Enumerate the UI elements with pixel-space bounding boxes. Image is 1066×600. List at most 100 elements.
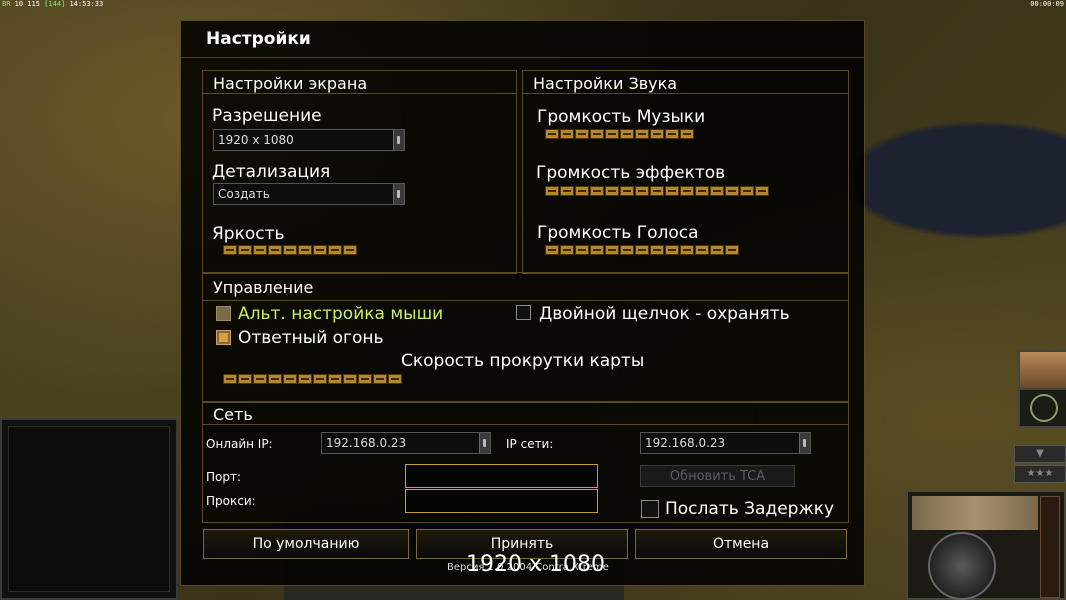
- double-click-label[interactable]: Двойной щелчок - охранять: [539, 304, 790, 324]
- slider-segment[interactable]: [590, 129, 604, 139]
- slider-segment[interactable]: [238, 374, 252, 384]
- game-timer: 00:00:09: [1030, 0, 1064, 8]
- default-button[interactable]: По умолчанию: [203, 529, 409, 559]
- voice-volume-slider[interactable]: [545, 245, 739, 257]
- slider-segment[interactable]: [590, 186, 604, 196]
- slider-segment[interactable]: [223, 245, 237, 255]
- brightness-slider[interactable]: [223, 245, 357, 257]
- update-tca-button[interactable]: Обновить TCA: [640, 465, 795, 487]
- general-portrait[interactable]: [1018, 350, 1066, 390]
- proxy-input[interactable]: [405, 489, 598, 513]
- slider-segment[interactable]: [575, 245, 589, 255]
- slider-segment[interactable]: [373, 374, 387, 384]
- lan-ip-select[interactable]: 192.168.0.23: [640, 432, 811, 454]
- slider-segment[interactable]: [665, 245, 679, 255]
- send-delay-checkbox[interactable]: [641, 500, 659, 518]
- return-fire-label[interactable]: Ответный огонь: [238, 328, 384, 348]
- slider-segment[interactable]: [650, 129, 664, 139]
- slider-segment[interactable]: [620, 129, 634, 139]
- slider-segment[interactable]: [343, 374, 357, 384]
- slider-segment[interactable]: [268, 245, 282, 255]
- slider-segment[interactable]: [665, 186, 679, 196]
- fps-counter: BR 10 115 [144] 14:53:33: [2, 0, 104, 8]
- slider-segment[interactable]: [650, 186, 664, 196]
- slider-segment[interactable]: [635, 245, 649, 255]
- slider-segment[interactable]: [680, 245, 694, 255]
- slider-segment[interactable]: [328, 374, 342, 384]
- slider-segment[interactable]: [725, 186, 739, 196]
- effects-volume-slider[interactable]: [545, 186, 769, 198]
- network-title: Сеть: [213, 405, 253, 424]
- resolution-select[interactable]: 1920 x 1080: [213, 129, 405, 151]
- hud-rank-button[interactable]: ★★★: [1014, 465, 1066, 483]
- slider-segment[interactable]: [680, 186, 694, 196]
- slider-segment[interactable]: [545, 186, 559, 196]
- slider-segment[interactable]: [298, 245, 312, 255]
- slider-segment[interactable]: [253, 245, 267, 255]
- hud-arrow-button[interactable]: ▼: [1014, 445, 1066, 463]
- slider-segment[interactable]: [560, 129, 574, 139]
- double-click-checkbox[interactable]: [516, 305, 531, 320]
- port-label: Порт:: [206, 470, 242, 484]
- slider-segment[interactable]: [695, 186, 709, 196]
- minimap-panel: [0, 418, 178, 600]
- unit-portrait[interactable]: [912, 496, 1038, 530]
- slider-segment[interactable]: [575, 186, 589, 196]
- slider-segment[interactable]: [755, 186, 769, 196]
- slider-segment[interactable]: [650, 245, 664, 255]
- slider-segment[interactable]: [605, 245, 619, 255]
- slider-segment[interactable]: [560, 245, 574, 255]
- slider-segment[interactable]: [740, 186, 754, 196]
- slider-segment[interactable]: [620, 186, 634, 196]
- slider-segment[interactable]: [605, 186, 619, 196]
- slider-segment[interactable]: [620, 245, 634, 255]
- slider-segment[interactable]: [268, 374, 282, 384]
- slider-segment[interactable]: [560, 186, 574, 196]
- chevron-down-icon[interactable]: [479, 433, 490, 453]
- slider-segment[interactable]: [725, 245, 739, 255]
- chevron-down-icon[interactable]: [799, 433, 810, 453]
- slider-segment[interactable]: [283, 374, 297, 384]
- cancel-button[interactable]: Отмена: [635, 529, 847, 559]
- slider-segment[interactable]: [238, 245, 252, 255]
- slider-segment[interactable]: [635, 186, 649, 196]
- scroll-speed-slider[interactable]: [223, 374, 402, 386]
- chevron-down-icon[interactable]: [393, 130, 404, 150]
- slider-segment[interactable]: [545, 245, 559, 255]
- compass-icon[interactable]: [1018, 388, 1066, 428]
- slider-segment[interactable]: [253, 374, 267, 384]
- slider-segment[interactable]: [710, 186, 724, 196]
- settings-dialog: Настройки Настройки экрана Разрешение 19…: [180, 20, 865, 586]
- resolution-label: Разрешение: [212, 106, 322, 126]
- slider-segment[interactable]: [313, 374, 327, 384]
- online-ip-select[interactable]: 192.168.0.23: [321, 432, 491, 454]
- slider-segment[interactable]: [298, 374, 312, 384]
- slider-segment[interactable]: [388, 374, 402, 384]
- slider-segment[interactable]: [710, 245, 724, 255]
- detail-select[interactable]: Создать: [213, 183, 405, 205]
- slider-segment[interactable]: [283, 245, 297, 255]
- port-input[interactable]: [405, 464, 598, 488]
- slider-segment[interactable]: [358, 374, 372, 384]
- slider-segment[interactable]: [605, 129, 619, 139]
- slider-segment[interactable]: [223, 374, 237, 384]
- voice-volume-label: Громкость Голоса: [537, 223, 699, 243]
- return-fire-checkbox[interactable]: [216, 330, 231, 345]
- slider-segment[interactable]: [313, 245, 327, 255]
- slider-segment[interactable]: [545, 129, 559, 139]
- alt-mouse-label[interactable]: Альт. настройка мыши: [238, 304, 443, 324]
- slider-segment[interactable]: [680, 129, 694, 139]
- alt-mouse-checkbox[interactable]: [216, 306, 231, 321]
- slider-segment[interactable]: [665, 129, 679, 139]
- chevron-down-icon[interactable]: [393, 184, 404, 204]
- slider-segment[interactable]: [328, 245, 342, 255]
- resolution-overlay: 1920 x 1080: [466, 552, 605, 577]
- slider-segment[interactable]: [590, 245, 604, 255]
- slider-segment[interactable]: [343, 245, 357, 255]
- slider-segment[interactable]: [695, 245, 709, 255]
- send-delay-label[interactable]: Послать Задержку: [665, 499, 834, 519]
- slider-segment[interactable]: [575, 129, 589, 139]
- slider-segment[interactable]: [635, 129, 649, 139]
- music-volume-slider[interactable]: [545, 129, 694, 141]
- effects-volume-label: Громкость эффектов: [536, 163, 726, 183]
